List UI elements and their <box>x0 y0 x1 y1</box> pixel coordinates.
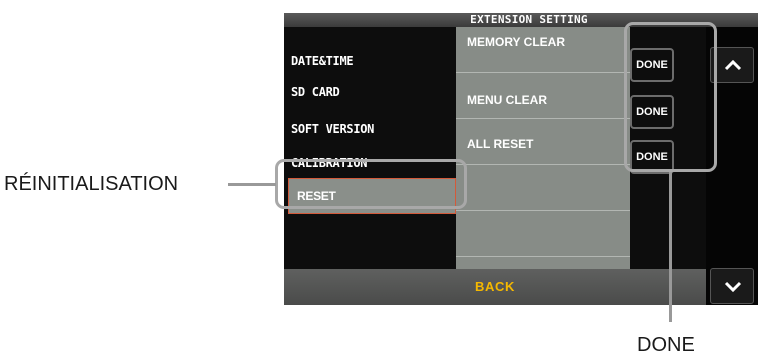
reset-callout-line <box>228 183 276 186</box>
option-row-empty <box>456 165 630 211</box>
screen-title: EXTENSION SETTING <box>470 13 588 26</box>
back-label: BACK <box>475 279 515 294</box>
option-row-memory-clear: MEMORY CLEAR <box>456 27 630 73</box>
option-row-all-reset: ALL RESET <box>456 119 630 165</box>
menu-item-date-time[interactable]: DATE&TIME <box>291 53 354 69</box>
option-label: MEMORY CLEAR <box>467 35 566 49</box>
option-row-menu-clear: MENU CLEAR <box>456 73 630 119</box>
option-row-empty <box>456 211 630 257</box>
done-callout-line <box>669 172 672 322</box>
settings-menu: DATE&TIME SD CARD SOFT VERSION CALIBRATI… <box>284 27 456 283</box>
done-annotation-label: DONE <box>637 334 695 356</box>
option-label: MENU CLEAR <box>467 93 547 107</box>
back-button[interactable]: BACK <box>284 269 706 305</box>
menu-item-soft-version[interactable]: SOFT VERSION <box>291 121 374 137</box>
menu-item-sd-card[interactable]: SD CARD <box>291 84 340 100</box>
done-callout-frame <box>624 22 717 172</box>
chevron-down-icon <box>724 281 742 292</box>
reset-annotation-label: RÉINITIALISATION <box>4 173 179 195</box>
reset-callout-frame <box>275 159 467 209</box>
option-label: ALL RESET <box>467 137 534 151</box>
scroll-down-button[interactable] <box>710 268 754 304</box>
chevron-up-icon <box>724 59 742 71</box>
options-panel: MEMORY CLEAR MENU CLEAR ALL RESET <box>456 27 630 283</box>
